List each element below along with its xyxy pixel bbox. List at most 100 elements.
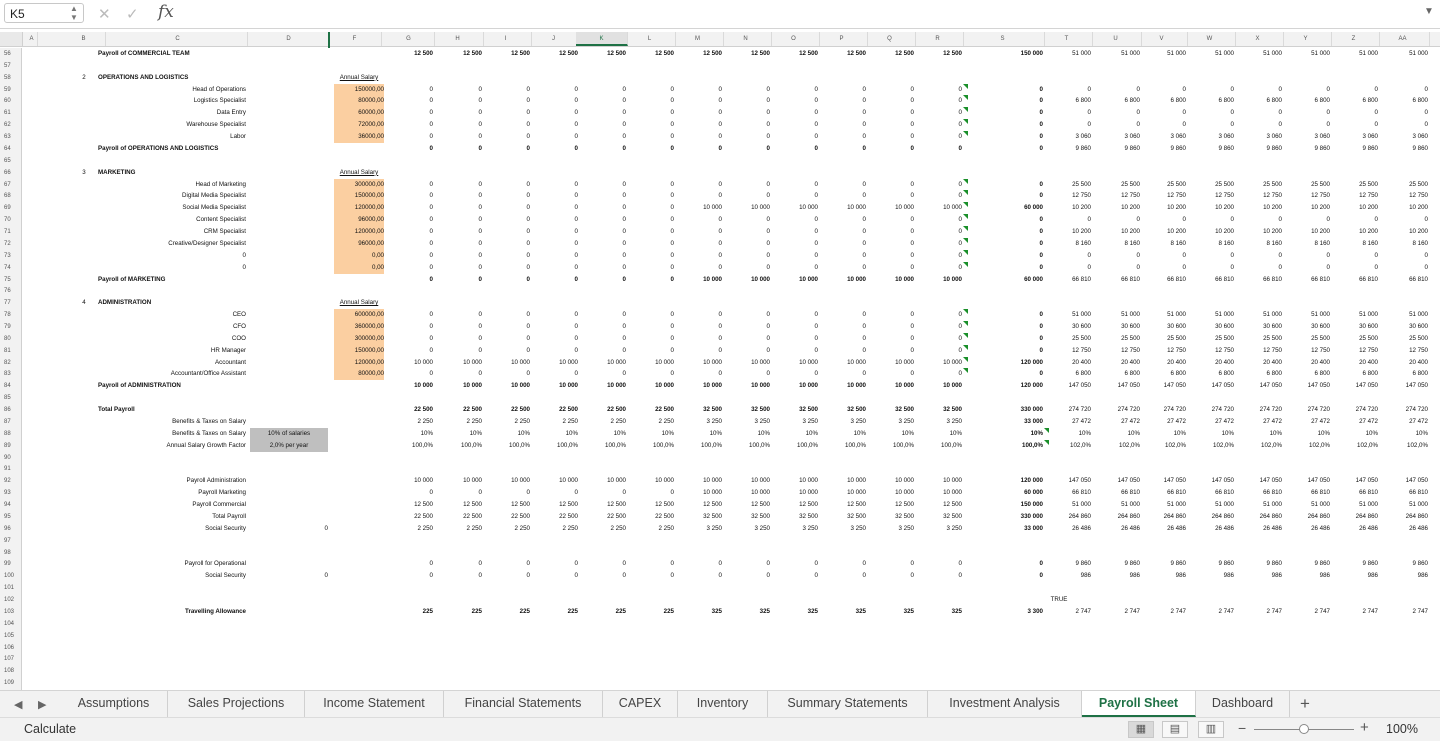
cell-month-value[interactable]: 0 [434, 214, 482, 226]
cell-annual-salary-input[interactable]: 120000,00 [334, 356, 384, 369]
cell-row-label[interactable]: Payroll Commercial [110, 499, 246, 511]
cell-month-value[interactable]: 0 [385, 368, 433, 380]
cell-year-total[interactable]: 0 [963, 84, 1043, 96]
cell-year-value[interactable]: 2 747 [1138, 606, 1186, 618]
cell-year-total[interactable]: 0 [963, 321, 1043, 333]
cell-year-value[interactable]: 9 860 [1138, 558, 1186, 570]
cell-year-value[interactable]: 3 060 [1138, 131, 1186, 143]
cell-month-value[interactable]: 325 [914, 606, 962, 618]
cell-row-label[interactable]: Warehouse Specialist [110, 119, 246, 131]
cell-month-value[interactable]: 32 500 [914, 404, 962, 416]
cell-month-value[interactable]: 10 000 [818, 357, 866, 369]
cell-year-value[interactable]: 51 000 [1378, 499, 1428, 511]
cell-month-value[interactable]: 10 000 [674, 202, 722, 214]
cell-month-value[interactable]: 0 [578, 107, 626, 119]
cell-year-value[interactable]: 3 060 [1043, 131, 1091, 143]
cell-month-value[interactable]: 0 [626, 214, 674, 226]
cell-month-value[interactable]: 0 [434, 345, 482, 357]
cell-year-value[interactable]: 51 000 [1092, 309, 1140, 321]
cell-month-value[interactable]: 0 [626, 95, 674, 107]
cell-month-value[interactable]: 0 [914, 131, 962, 143]
cell-month-value[interactable]: 0 [434, 119, 482, 131]
column-header-y[interactable]: Y [1280, 32, 1332, 46]
cell-year-total[interactable]: 0 [963, 226, 1043, 238]
zoom-in-icon[interactable]: + [1360, 719, 1369, 736]
cell-year-value[interactable]: 51 000 [1138, 48, 1186, 60]
cell-year-value[interactable]: 26 486 [1138, 523, 1186, 535]
cell-month-value[interactable]: 10 000 [482, 475, 530, 487]
cell-year-value[interactable]: 2 747 [1378, 606, 1428, 618]
cell-year-value[interactable]: 30 600 [1043, 321, 1091, 333]
cell-year-value[interactable]: 25 500 [1186, 333, 1234, 345]
cell-year-value[interactable]: 8 160 [1282, 238, 1330, 250]
cell-year-value[interactable]: 264 860 [1138, 511, 1186, 523]
cell-month-value[interactable]: 0 [385, 238, 433, 250]
cell-year-total[interactable]: 60 000 [963, 274, 1043, 286]
cell-month-value[interactable]: 0 [866, 321, 914, 333]
cell-month-value[interactable]: 0 [770, 262, 818, 274]
cell-month-value[interactable]: 0 [914, 321, 962, 333]
cell-year-value[interactable]: 6 800 [1234, 95, 1282, 107]
cell-year-value[interactable]: 10% [1043, 428, 1091, 440]
cell-year-value[interactable]: 20 400 [1234, 357, 1282, 369]
select-all-corner[interactable] [0, 32, 23, 46]
cell-month-value[interactable]: 0 [530, 179, 578, 191]
cell-month-value[interactable]: 0 [434, 95, 482, 107]
cell-year-value[interactable]: 9 860 [1186, 143, 1234, 155]
spreadsheet-grid[interactable]: A B C D F G H I J K L M N O P Q R S T U V W X Y Z AA 56 Payroll of… [0, 32, 1440, 690]
cell-month-value[interactable]: 0 [866, 190, 914, 202]
cell-month-value[interactable]: 0 [530, 558, 578, 570]
cell-month-value[interactable]: 0 [866, 345, 914, 357]
cell-month-value[interactable]: 0 [385, 84, 433, 96]
cell-year-value[interactable]: 0 [1282, 107, 1330, 119]
cell-year-value[interactable]: 25 500 [1043, 179, 1091, 191]
cell-month-value[interactable]: 0 [722, 238, 770, 250]
cell-year-value[interactable]: 274 720 [1043, 404, 1091, 416]
cell-year-value[interactable]: 27 472 [1138, 416, 1186, 428]
cell-month-value[interactable]: 0 [914, 333, 962, 345]
column-header-p[interactable]: P [816, 32, 868, 46]
cell-month-value[interactable]: 0 [482, 119, 530, 131]
cell-month-value[interactable]: 10 000 [770, 202, 818, 214]
cell-month-value[interactable]: 0 [385, 262, 433, 274]
cell-month-value[interactable]: 0 [722, 107, 770, 119]
cell-month-value[interactable]: 2 250 [626, 523, 674, 535]
cell-month-value[interactable]: 10 000 [866, 380, 914, 392]
cell-month-value[interactable]: 12 500 [578, 499, 626, 511]
cell-month-value[interactable]: 0 [530, 345, 578, 357]
column-header-c[interactable]: C [108, 32, 248, 46]
cell-month-value[interactable]: 0 [578, 84, 626, 96]
cell-month-value[interactable]: 0 [626, 274, 674, 286]
column-header-s[interactable]: S [961, 32, 1045, 46]
column-header-i[interactable]: I [480, 32, 532, 46]
cell-year-value[interactable]: 25 500 [1092, 179, 1140, 191]
row-header[interactable]: 79 [0, 321, 22, 333]
cell-annual-salary-input[interactable]: 60000,00 [334, 107, 384, 120]
cell-year-value[interactable]: 12 750 [1378, 190, 1428, 202]
cell-month-value[interactable]: 0 [482, 214, 530, 226]
cell-year-value[interactable]: 0 [1330, 84, 1378, 96]
cell-year-value[interactable]: 9 860 [1378, 143, 1428, 155]
column-header-b[interactable]: B [62, 32, 106, 46]
cell-year-value[interactable]: 0 [1043, 262, 1091, 274]
cell-month-value[interactable]: 0 [770, 345, 818, 357]
cell-year-value[interactable]: 147 050 [1378, 380, 1428, 392]
cell-row-title[interactable]: Total Payroll [98, 404, 246, 416]
cell-month-value[interactable]: 0 [818, 214, 866, 226]
cell-year-value[interactable]: 6 800 [1378, 368, 1428, 380]
column-header-z[interactable]: Z [1328, 32, 1380, 46]
cell-month-value[interactable]: 0 [818, 250, 866, 262]
cell-month-value[interactable]: 0 [674, 143, 722, 155]
cell-month-value[interactable]: 0 [385, 274, 433, 286]
row-header[interactable]: 104 [0, 617, 22, 630]
cell-year-value[interactable]: 102,0% [1043, 440, 1091, 452]
cell-month-value[interactable]: 12 500 [530, 48, 578, 60]
fx-icon[interactable]: fx [158, 2, 174, 22]
cell-month-value[interactable]: 0 [866, 250, 914, 262]
cell-year-value[interactable]: 26 486 [1378, 523, 1428, 535]
cell-year-value[interactable]: 25 500 [1092, 333, 1140, 345]
cell-year-value[interactable]: 102,0% [1378, 440, 1428, 452]
cell-month-value[interactable]: 0 [385, 107, 433, 119]
cell-month-value[interactable]: 0 [626, 107, 674, 119]
cell-month-value[interactable]: 100,0% [626, 440, 674, 452]
